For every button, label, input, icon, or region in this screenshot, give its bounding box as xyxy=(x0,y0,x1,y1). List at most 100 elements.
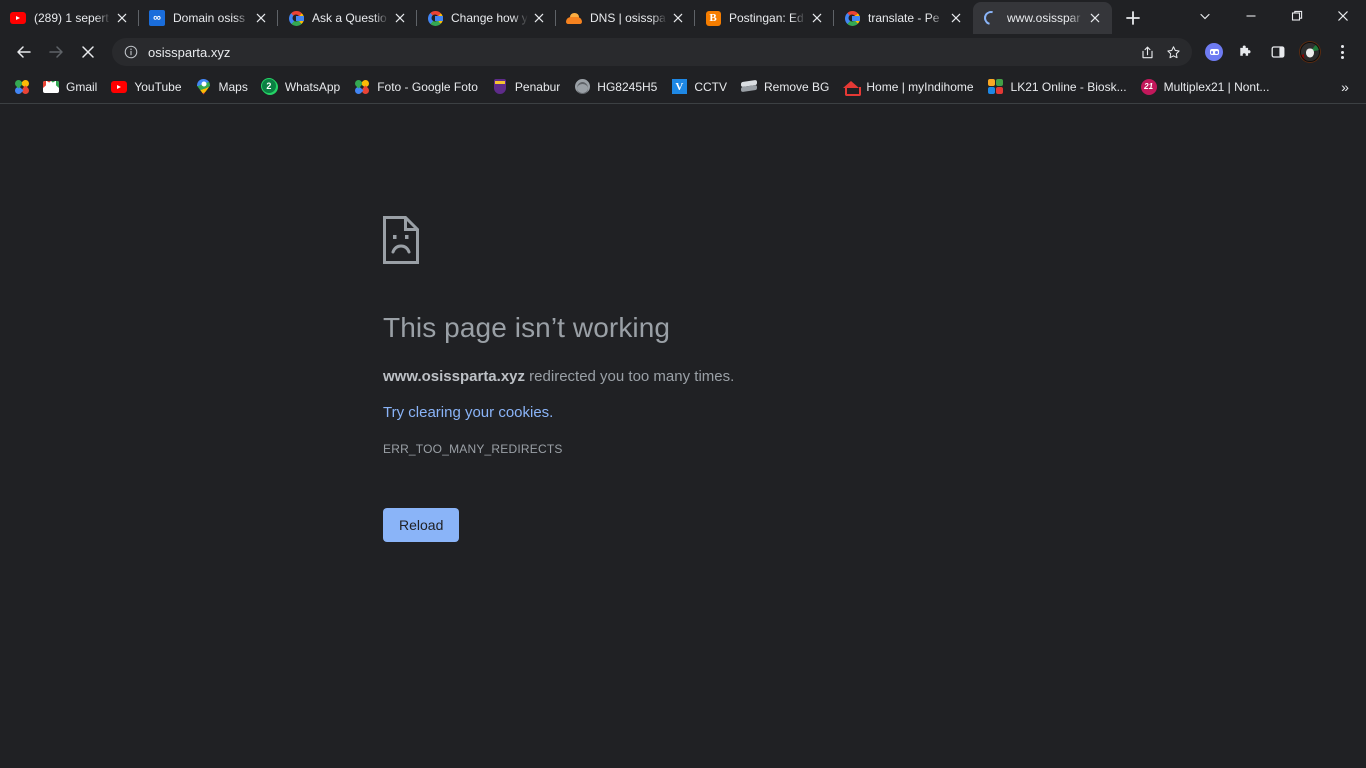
stop-loading-button[interactable] xyxy=(72,36,104,68)
bookmark-label: HG8245H5 xyxy=(597,79,658,94)
clear-cookies-link[interactable]: Try clearing your cookies. xyxy=(383,404,553,421)
bookmark-item[interactable]: YouTube xyxy=(104,74,188,100)
tab-title: (289) 1 sepert xyxy=(34,11,109,25)
bookmark-label: Multiplex21 | Nont... xyxy=(1163,79,1270,94)
new-tab-button[interactable] xyxy=(1116,4,1150,32)
bookmark-favicon xyxy=(196,78,212,95)
cloudflare-icon xyxy=(566,12,582,24)
tab-search-button[interactable] xyxy=(1182,0,1228,32)
bookmark-item[interactable]: Penabur xyxy=(485,74,567,100)
close-icon xyxy=(812,13,822,23)
error-message: www.osissparta.xyz redirected you too ma… xyxy=(383,365,983,388)
bookmark-item[interactable]: 21 Multiplex21 | Nont... xyxy=(1134,74,1277,100)
browser-tab[interactable]: Ask a Questio xyxy=(278,2,417,34)
cctv-icon: V xyxy=(671,79,687,94)
google-photos-icon xyxy=(13,78,31,95)
reading-mode-button[interactable] xyxy=(1198,36,1230,68)
bookmark-item[interactable]: V CCTV xyxy=(664,74,734,100)
side-panel-icon xyxy=(1271,46,1285,58)
browser-tab[interactable]: www.osisspar xyxy=(973,2,1112,34)
forward-button xyxy=(40,36,72,68)
browser-tab[interactable]: B Postingan: Ed xyxy=(695,2,834,34)
loading-spinner-icon xyxy=(981,8,1001,28)
tab-favicon xyxy=(566,10,582,26)
google-icon xyxy=(427,10,443,26)
bookmark-favicon xyxy=(741,79,758,95)
bookmark-item[interactable]: Home | myIndihome xyxy=(836,74,980,100)
notification-badge: 2 xyxy=(260,77,277,94)
close-button[interactable] xyxy=(1320,0,1366,32)
toolbar-right-actions xyxy=(1198,36,1358,68)
browser-tab[interactable]: ∞ Domain osiss xyxy=(139,2,278,34)
bookmark-item[interactable]: Remove BG xyxy=(734,74,836,100)
share-button[interactable] xyxy=(1134,39,1160,65)
maximize-icon xyxy=(1291,10,1303,21)
tab-close-button[interactable] xyxy=(945,7,967,29)
tab-close-button[interactable] xyxy=(111,7,133,29)
tab-close-button[interactable] xyxy=(250,7,272,29)
youtube-icon xyxy=(10,12,26,24)
browser-tab[interactable]: (289) 1 sepert xyxy=(0,2,139,34)
tab-title: Domain osiss xyxy=(173,11,246,25)
bookmark-item[interactable]: LK21 Online - Biosk... xyxy=(981,74,1134,100)
window-controls xyxy=(1182,0,1366,34)
bookmark-label: Penabur xyxy=(514,79,561,94)
bookmark-label: WhatsApp xyxy=(284,79,341,94)
google-photos-icon xyxy=(353,78,371,95)
close-icon xyxy=(534,13,544,23)
extensions-button[interactable] xyxy=(1230,36,1262,68)
browser-tab[interactable]: DNS | osisspa xyxy=(556,2,695,34)
bookmark-favicon xyxy=(574,79,590,95)
tab-close-button[interactable] xyxy=(1084,7,1106,29)
tab-close-button[interactable] xyxy=(806,7,828,29)
chrome-menu-button[interactable] xyxy=(1326,36,1358,68)
omnibox-actions xyxy=(1134,39,1186,65)
bookmark-item[interactable]: 2 WhatsApp xyxy=(255,74,347,100)
address-bar[interactable]: osissparta.xyz xyxy=(112,38,1192,66)
stop-x-icon xyxy=(82,46,94,58)
bookmark-item[interactable] xyxy=(8,74,36,100)
maximize-button[interactable] xyxy=(1274,0,1320,32)
back-button[interactable] xyxy=(8,36,40,68)
tab-close-button[interactable] xyxy=(389,7,411,29)
gmail-icon xyxy=(43,80,59,93)
bookmark-item[interactable]: Maps xyxy=(189,74,255,100)
browser-tab[interactable]: Change how y xyxy=(417,2,556,34)
minimize-button[interactable] xyxy=(1228,0,1274,32)
browser-tab[interactable]: translate - Pe xyxy=(834,2,973,34)
bookmarks-bar: Gmail YouTube Maps 2 WhatsApp Foto - Google F… xyxy=(0,70,1366,104)
avatar xyxy=(1300,42,1320,62)
lk21-icon xyxy=(987,78,1004,95)
three-dots-icon xyxy=(1340,45,1344,59)
bookmark-favicon xyxy=(843,79,862,96)
close-icon xyxy=(1338,11,1348,21)
bookmark-favicon: 2 xyxy=(260,77,278,95)
bookmark-item[interactable]: Foto - Google Foto xyxy=(347,74,485,100)
close-icon xyxy=(673,13,683,23)
tab-list: (289) 1 sepert ∞ Domain osiss Ask a Questio… xyxy=(0,0,1112,34)
bookmark-label: Home | myIndihome xyxy=(866,79,974,94)
bookmark-favicon xyxy=(111,79,128,95)
site-info-button[interactable] xyxy=(120,41,142,63)
bookmark-item[interactable]: HG8245H5 xyxy=(567,74,664,100)
side-panel-button[interactable] xyxy=(1262,36,1294,68)
reload-button[interactable]: Reload xyxy=(383,507,460,542)
bookmarks-overflow-button[interactable]: » xyxy=(1332,74,1358,100)
tab-favicon xyxy=(844,10,860,26)
tab-close-button[interactable] xyxy=(667,7,689,29)
bookmark-label: CCTV xyxy=(694,79,728,94)
tab-favicon xyxy=(288,10,304,26)
profile-button[interactable] xyxy=(1294,36,1326,68)
bookmark-favicon xyxy=(353,78,371,95)
minimize-icon xyxy=(1246,15,1256,17)
bookmark-star-button[interactable] xyxy=(1160,39,1186,65)
glasses-icon xyxy=(1205,43,1223,61)
bookmark-item[interactable]: Gmail xyxy=(36,74,104,100)
tab-favicon: ∞ xyxy=(149,10,165,26)
star-icon xyxy=(1166,45,1180,58)
multiplex21-icon: 21 xyxy=(1140,78,1157,95)
tab-close-button[interactable] xyxy=(528,7,550,29)
penabur-icon xyxy=(493,79,506,94)
tab-title: translate - Pe xyxy=(868,11,940,25)
plus-icon xyxy=(1126,11,1140,25)
